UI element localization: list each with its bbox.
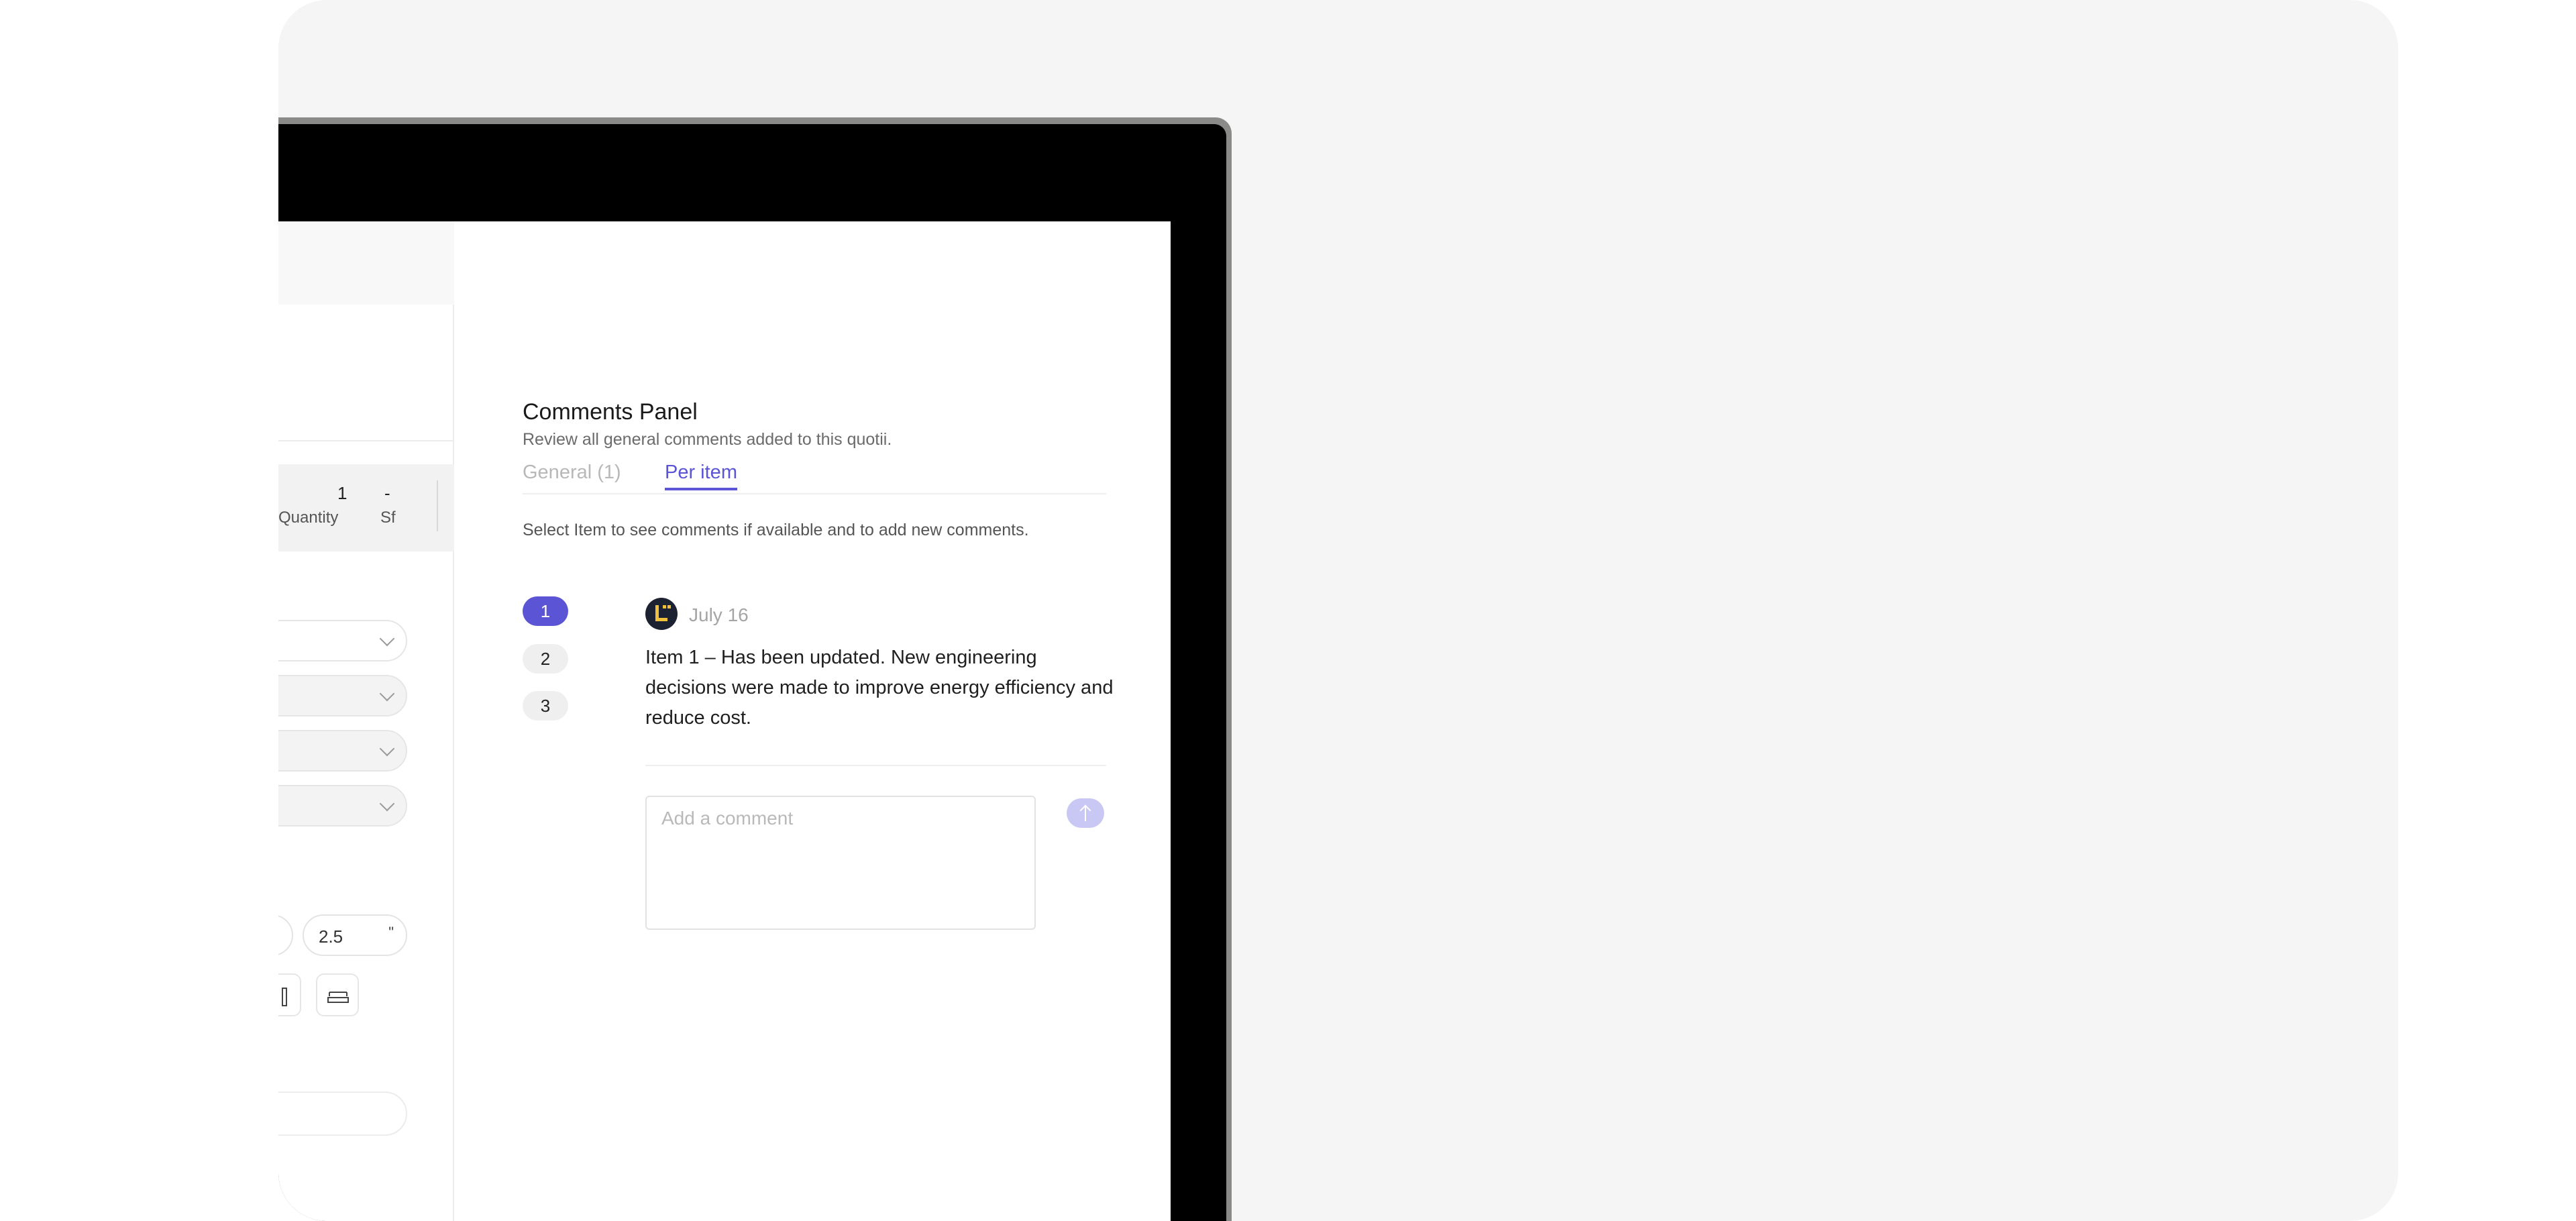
chevron-down-icon — [379, 796, 395, 812]
quantity-value: 1 — [337, 483, 347, 503]
panel-title: Comments Panel — [523, 399, 698, 425]
horizontal-orientation-button[interactable] — [316, 973, 359, 1016]
panel-subtitle: Review all general comments added to thi… — [523, 430, 892, 449]
quantity-label: Quantity — [278, 509, 339, 527]
select-field-2[interactable] — [278, 675, 407, 716]
item-selector-3[interactable]: 3 — [523, 691, 568, 721]
select-field-1[interactable] — [278, 620, 407, 661]
quantity-summary-bar — [278, 464, 454, 551]
summary-separator — [437, 480, 438, 531]
dimension-input-2[interactable]: 2.5 " — [303, 914, 407, 956]
chevron-down-icon — [379, 686, 395, 702]
form-text-field[interactable] — [278, 1092, 407, 1136]
monitor-bezel: 1 Quantity - Sf 2.5 " Comments Panel Rev… — [278, 124, 1226, 1221]
background-card: 1 Quantity - Sf 2.5 " Comments Panel Rev… — [278, 0, 2398, 1221]
sf-label: Sf — [380, 509, 396, 527]
chevron-down-icon — [379, 631, 395, 647]
comment-text: Item 1 – Has been updated. New engineeri… — [645, 647, 1114, 729]
send-comment-button[interactable] — [1067, 798, 1104, 828]
sf-value: - — [384, 483, 390, 503]
form-header-area — [278, 221, 454, 305]
vertical-bar-icon — [282, 988, 287, 1006]
item-form-panel: 1 Quantity - Sf 2.5 " — [278, 221, 454, 1221]
select-field-3[interactable] — [278, 730, 407, 772]
select-field-4[interactable] — [278, 785, 407, 827]
comment-date: July 16 — [689, 604, 749, 625]
form-divider — [278, 440, 454, 441]
monitor-frame: 1 Quantity - Sf 2.5 " Comments Panel Rev… — [278, 117, 1232, 1221]
tab-per-item[interactable]: Per item — [665, 462, 737, 490]
chevron-down-icon — [379, 741, 395, 757]
dimension-unit: " — [388, 924, 394, 941]
comment-input[interactable] — [645, 796, 1036, 930]
vertical-orientation-button[interactable] — [278, 973, 301, 1016]
comment-divider — [645, 765, 1106, 766]
tab-general[interactable]: General (1) — [523, 462, 621, 484]
avatar — [645, 598, 678, 630]
dimension-input-1[interactable] — [278, 914, 293, 956]
arrow-up-icon-head — [1079, 804, 1091, 816]
tabs-divider — [523, 493, 1106, 494]
per-item-hint: Select Item to see comments if available… — [523, 521, 1029, 539]
item-selector-1[interactable]: 1 — [523, 596, 568, 626]
app-screen: 1 Quantity - Sf 2.5 " Comments Panel Rev… — [278, 221, 1171, 1221]
item-selector-2[interactable]: 2 — [523, 644, 568, 674]
dimension-value: 2.5 — [319, 926, 343, 947]
comments-panel: Comments Panel Review all general commen… — [455, 221, 1171, 1221]
horizontal-bar-icon — [327, 992, 349, 1003]
